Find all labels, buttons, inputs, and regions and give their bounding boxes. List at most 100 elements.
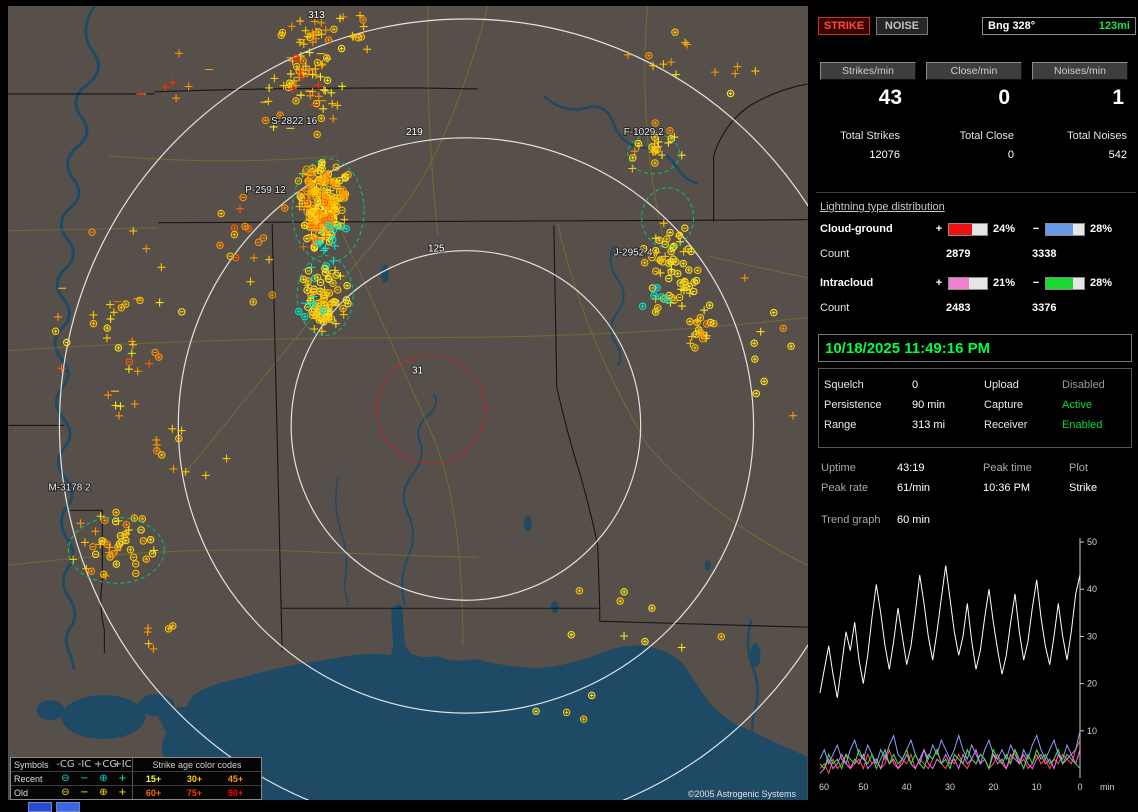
strikes-per-min-button[interactable]: Strikes/min: [820, 62, 916, 80]
cloud-ground-label: Cloud-ground: [816, 223, 932, 235]
svg-text:50: 50: [858, 782, 868, 792]
cloud-ground-row: Cloud-ground + 24% − 28%: [816, 222, 1136, 236]
legend-recent-row: Recent ⊖ − ⊕ + 15+ 30+ 45+: [11, 771, 261, 785]
map-canvas[interactable]: 12521931331S-2822 16P-259 12F-1029 2J-29…: [8, 6, 808, 800]
upload-label: Upload: [984, 379, 1062, 391]
plot-label: Plot: [1069, 462, 1136, 474]
svg-text:125: 125: [428, 244, 445, 255]
taskbar-icon[interactable]: [56, 802, 80, 812]
trend-header: Trend graph 60 min: [816, 514, 1138, 526]
svg-text:313: 313: [308, 10, 325, 21]
svg-text:min: min: [1100, 782, 1115, 792]
settings-row-persistence: Persistence 90 min Capture Active: [819, 395, 1131, 415]
svg-text:40: 40: [1087, 584, 1097, 594]
ic-negative-bar: [1045, 277, 1085, 290]
copyright-text: ©2005 Astrogenic Systems: [688, 789, 796, 799]
ic-negative-count: 3376: [1032, 302, 1056, 316]
neg-cg-recent-icon: ⊖: [56, 773, 75, 784]
session-stats: Uptime 43:19 Peak time Plot Peak rate 61…: [816, 458, 1136, 498]
ic-positive-count: 2483: [946, 302, 1032, 316]
age-45: 45+: [215, 774, 256, 784]
legend-symbols-label: Symbols: [11, 760, 56, 770]
intracloud-label: Intracloud: [816, 277, 932, 289]
persistence-label: Persistence: [824, 399, 912, 411]
svg-text:50: 50: [1087, 537, 1097, 547]
legend-col-neg-cg: -CG: [56, 759, 75, 770]
total-close-label: Total Close: [922, 130, 1026, 142]
divider: [816, 192, 1136, 193]
close-per-min-value: 0: [922, 86, 1026, 110]
trend-graph: 50403020106050403020100min: [816, 532, 1134, 808]
range-value: 313 mi: [912, 419, 984, 431]
total-values: 12076 0 542: [816, 149, 1136, 161]
receiver-value: Enabled: [1062, 419, 1131, 431]
legend-recent-label: Recent: [11, 774, 56, 784]
svg-text:20: 20: [988, 782, 998, 792]
svg-text:S-2822 16: S-2822 16: [271, 116, 317, 127]
svg-text:31: 31: [412, 366, 424, 377]
svg-text:F-1029 2: F-1029 2: [624, 127, 664, 138]
lightning-map[interactable]: 12521931331S-2822 16P-259 12F-1029 2J-29…: [8, 6, 808, 800]
plus-sign: +: [932, 277, 946, 289]
settings-row-squelch: Squelch 0 Upload Disabled: [819, 369, 1131, 395]
svg-text:60: 60: [819, 782, 829, 792]
distribution-title: Lightning type distribution: [816, 201, 1138, 213]
intracloud-row: Intracloud + 21% − 28%: [816, 276, 1136, 290]
age-60: 60+: [133, 788, 174, 798]
plus-sign: +: [932, 223, 946, 235]
neg-ic-old-icon: −: [75, 787, 94, 798]
trend-window-value: 60 min: [897, 514, 930, 526]
strikes-per-min-value: 43: [816, 86, 920, 110]
cg-negative-count: 3338: [1032, 248, 1056, 262]
cg-positive-bar: [948, 223, 988, 236]
svg-text:40: 40: [902, 782, 912, 792]
close-per-min-button[interactable]: Close/min: [926, 62, 1022, 80]
strike-mode-button[interactable]: STRIKE: [818, 17, 870, 35]
bearing-value: Bng 328°: [988, 20, 1035, 32]
peak-rate-label: Peak rate: [821, 482, 897, 494]
noises-per-min-value: 1: [1028, 86, 1132, 110]
ic-positive-bar: [948, 277, 988, 290]
svg-text:20: 20: [1087, 679, 1097, 689]
noise-mode-button[interactable]: NOISE: [876, 17, 928, 35]
pos-ic-recent-icon: +: [113, 773, 132, 784]
total-strikes-label: Total Strikes: [816, 130, 920, 142]
noises-per-min-button[interactable]: Noises/min: [1032, 62, 1128, 80]
cg-positive-count: 2879: [946, 248, 1032, 262]
cg-negative-pct: 28%: [1087, 223, 1126, 235]
datetime-value: 10/18/2025 11:49:16 PM: [819, 340, 990, 357]
squelch-value: 0: [912, 379, 984, 391]
cg-positive-pct: 24%: [990, 223, 1029, 235]
rate-buttons: Strikes/min Close/min Noises/min: [816, 62, 1136, 80]
legend-header-row: Symbols -CG -IC +CG +IC Strike age color…: [11, 758, 261, 771]
strike-legend: Symbols -CG -IC +CG +IC Strike age color…: [10, 757, 262, 800]
svg-text:0: 0: [1077, 782, 1082, 792]
age-15: 15+: [133, 774, 174, 784]
minus-sign: −: [1029, 277, 1043, 289]
peak-time-value: 10:36 PM: [983, 482, 1069, 494]
uptime-label: Uptime: [821, 462, 897, 474]
taskbar-icon[interactable]: [28, 802, 52, 812]
capture-label: Capture: [984, 399, 1062, 411]
bearing-distance: 123mi: [1099, 20, 1130, 32]
svg-text:J-2952 4: J-2952 4: [614, 248, 653, 259]
total-close-value: 0: [922, 149, 1026, 161]
upload-value: Disabled: [1062, 379, 1131, 391]
total-strikes-value: 12076: [816, 149, 920, 161]
settings-box: Squelch 0 Upload Disabled Persistence 90…: [818, 368, 1132, 448]
svg-text:P-259 12: P-259 12: [245, 185, 286, 196]
range-label: Range: [824, 419, 912, 431]
pos-cg-recent-icon: ⊕: [94, 773, 113, 784]
age-30: 30+: [174, 774, 215, 784]
rate-values: 43 0 1: [816, 86, 1136, 110]
legend-old-label: Old: [11, 788, 56, 798]
squelch-label: Squelch: [824, 379, 912, 391]
total-labels: Total Strikes Total Close Total Noises: [816, 130, 1136, 142]
cg-count-label: Count: [816, 248, 946, 262]
control-panel: STRIKE NOISE Bng 328° 123mi Strikes/min …: [816, 8, 1136, 808]
svg-text:30: 30: [945, 782, 955, 792]
total-noises-label: Total Noises: [1028, 130, 1132, 142]
peak-rate-value: 61/min: [897, 482, 983, 494]
legend-age-title: Strike age color codes: [133, 760, 261, 770]
legend-col-pos-ic: +IC: [113, 759, 132, 770]
